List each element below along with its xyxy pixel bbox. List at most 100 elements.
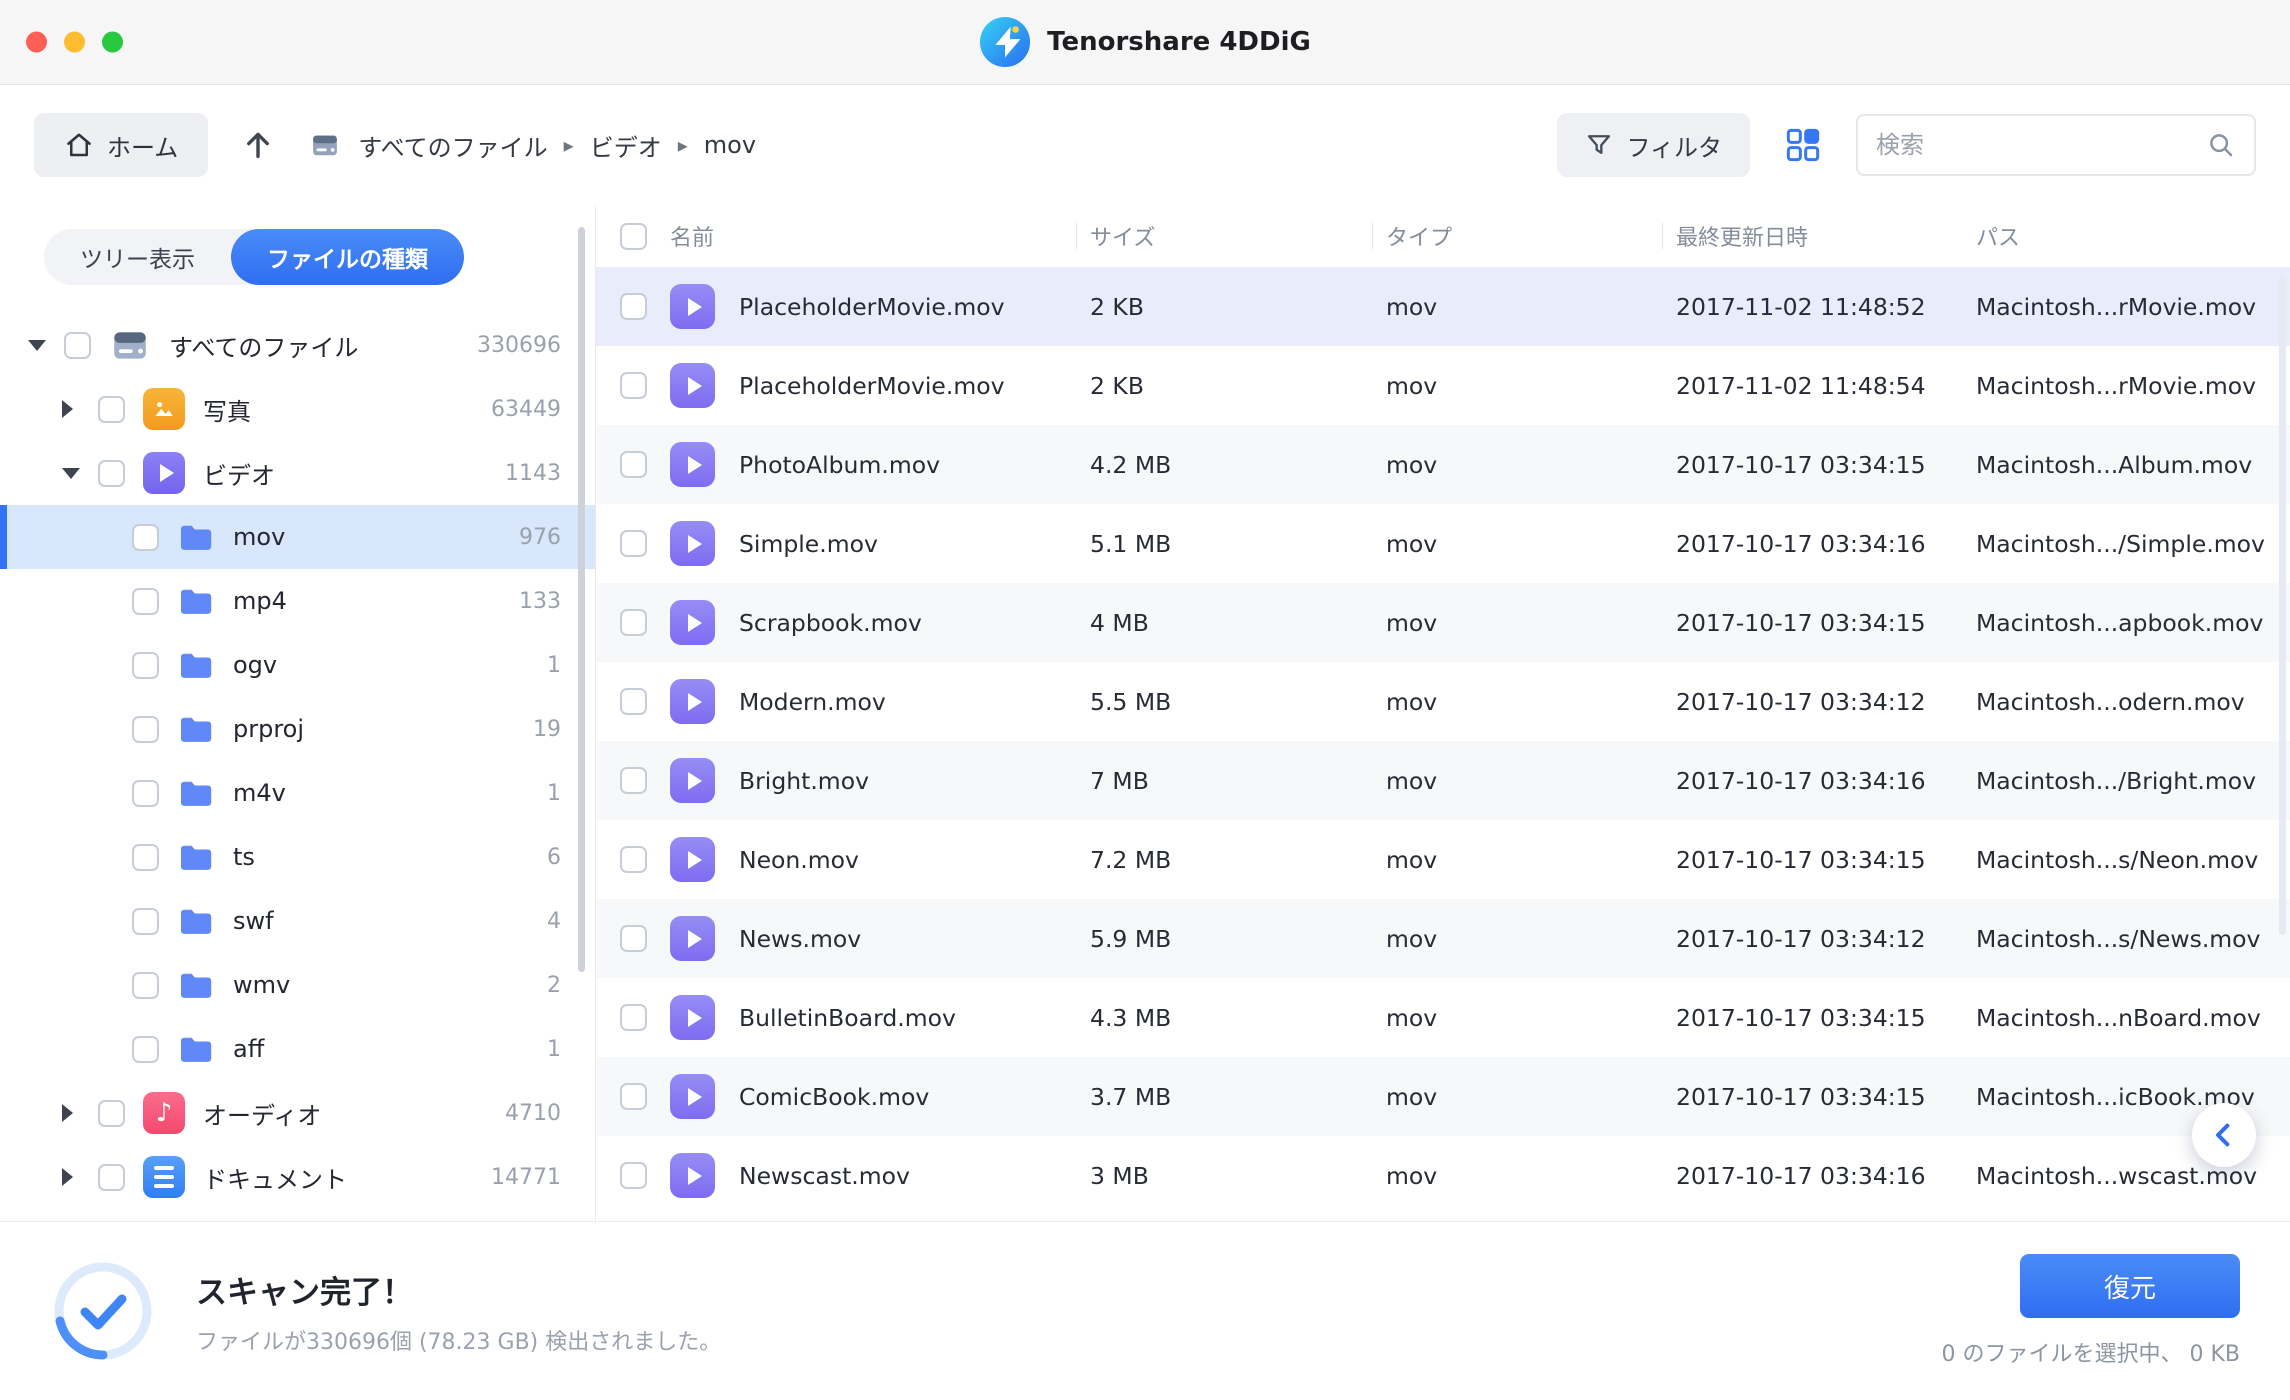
tree-label: mp4 [233,587,287,615]
table-row[interactable]: ComicBook.mov 3.7 MB mov 2017-10-17 03:3… [596,1057,2290,1136]
tree-checkbox[interactable] [132,1035,159,1063]
table-row[interactable]: Modern.mov 5.5 MB mov 2017-10-17 03:34:1… [596,662,2290,741]
table-scrollbar[interactable] [2279,275,2286,935]
file-type: mov [1386,766,1438,795]
recover-button[interactable]: 復元 [2020,1254,2240,1318]
home-button[interactable]: ホーム [34,113,209,177]
row-checkbox[interactable] [619,530,647,557]
file-name: Scrapbook.mov [739,608,922,637]
arrow-up-icon [247,132,270,159]
row-checkbox[interactable] [619,1004,647,1031]
table-row[interactable]: News.mov 5.9 MB mov 2017-10-17 03:34:12 … [596,899,2290,978]
tree-item-all-files[interactable]: すべてのファイル 330696 [0,313,595,377]
tree-item-swf[interactable]: swf 4 [0,889,595,953]
tree-item-photos[interactable]: 写真 63449 [0,377,595,441]
collapse-panel-button[interactable] [2192,1103,2256,1167]
close-window-button[interactable] [26,31,47,53]
tree-label: prproj [233,715,305,743]
table-row[interactable]: Bright.mov 7 MB mov 2017-10-17 03:34:16 … [596,741,2290,820]
breadcrumb-item[interactable]: ビデオ [590,128,662,163]
tree-checkbox[interactable] [132,971,159,999]
tree-checkbox[interactable] [132,907,159,935]
row-checkbox[interactable] [619,688,647,715]
row-checkbox[interactable] [619,451,647,478]
row-checkbox[interactable] [619,609,647,636]
tree-checkbox[interactable] [98,1163,125,1191]
expand-arrow-icon[interactable] [62,1104,98,1122]
row-checkbox[interactable] [619,1162,647,1189]
file-size: 5.5 MB [1090,687,1172,716]
tree-item-aff[interactable]: aff 1 [0,1017,595,1081]
tree-count: 63449 [491,396,561,422]
tree-item-mp4[interactable]: mp4 133 [0,569,595,633]
home-label: ホーム [107,133,179,162]
file-size: 2 KB [1090,292,1144,321]
row-checkbox[interactable] [619,293,647,320]
table-row[interactable]: Simple.mov 5.1 MB mov 2017-10-17 03:34:1… [596,504,2290,583]
row-checkbox[interactable] [619,846,647,873]
column-header-size[interactable]: サイズ [1090,220,1386,252]
select-all-checkbox[interactable] [619,222,647,250]
tree-label: オーディオ [203,1101,322,1130]
tree-item-ts[interactable]: ts 6 [0,825,595,889]
row-checkbox[interactable] [619,372,647,399]
breadcrumb-item[interactable]: すべてのファイル [358,128,547,163]
search-icon[interactable] [2206,130,2236,160]
folder-icon [177,774,215,812]
tree-item-audio[interactable]: ♪ オーディオ 4710 [0,1081,595,1145]
tree-item-wmv[interactable]: wmv 2 [0,953,595,1017]
column-header-path[interactable]: パス [1976,220,2290,252]
search-box [1856,114,2256,176]
zoom-window-button[interactable] [102,31,123,53]
table-row[interactable]: Scrapbook.mov 4 MB mov 2017-10-17 03:34:… [596,583,2290,662]
tab-tree-view[interactable]: ツリー表示 [44,229,231,285]
file-path: Macintosh...icBook.mov [1976,1082,2255,1111]
tree-item-mov[interactable]: mov 976 [0,505,595,569]
tree-label: ogv [233,651,278,679]
row-checkbox[interactable] [619,925,647,952]
table-row[interactable]: PlaceholderMovie.mov 2 KB mov 2017-11-02… [596,346,2290,425]
folder-icon [177,966,215,1004]
row-checkbox[interactable] [619,767,647,794]
table-row[interactable]: Neon.mov 7.2 MB mov 2017-10-17 03:34:15 … [596,820,2290,899]
breadcrumb-item[interactable]: mov [704,131,756,159]
tree-checkbox[interactable] [132,523,159,551]
tree-checkbox[interactable] [98,459,125,487]
column-header-date[interactable]: 最終更新日時 [1676,220,1976,252]
go-up-button[interactable] [234,121,282,169]
table-row[interactable]: Newscast.mov 3 MB mov 2017-10-17 03:34:1… [596,1136,2290,1215]
expand-arrow-icon[interactable] [62,400,98,418]
tree-item-ogv[interactable]: ogv 1 [0,633,595,697]
tree-checkbox[interactable] [132,779,159,807]
tab-file-type[interactable]: ファイルの種類 [231,229,464,285]
tree-item-documents[interactable]: ドキュメント 14771 [0,1145,595,1209]
tree-checkbox[interactable] [132,651,159,679]
column-header-type[interactable]: タイプ [1386,220,1676,252]
tree-checkbox[interactable] [132,843,159,871]
tree-label: 写真 [203,397,251,426]
tree-checkbox[interactable] [98,1099,125,1127]
tree-item-prproj[interactable]: prproj 19 [0,697,595,761]
row-checkbox[interactable] [619,1083,647,1110]
tree-checkbox[interactable] [64,331,91,359]
video-file-icon [670,1153,715,1198]
view-toggle-button[interactable] [1776,118,1830,172]
content: ツリー表示 ファイルの種類 すべてのファイル 330696 写真 63449 ビ… [0,205,2290,1221]
tree-checkbox[interactable] [132,587,159,615]
search-input[interactable] [1876,131,2196,159]
filter-button[interactable]: フィルタ [1557,113,1750,177]
collapse-arrow-icon[interactable] [28,339,64,351]
tree-item-videos[interactable]: ビデオ 1143 [0,441,595,505]
column-header-name[interactable]: 名前 [670,220,1090,252]
table-row[interactable]: PlaceholderMovie.mov 2 KB mov 2017-11-02… [596,267,2290,346]
sidebar-scrollbar[interactable] [578,227,585,972]
table-row[interactable]: BulletinBoard.mov 4.3 MB mov 2017-10-17 … [596,978,2290,1057]
tree-item-m4v[interactable]: m4v 1 [0,761,595,825]
tree-label: wmv [233,971,291,999]
minimize-window-button[interactable] [64,31,85,53]
expand-arrow-icon[interactable] [62,1168,98,1186]
table-row[interactable]: PhotoAlbum.mov 4.2 MB mov 2017-10-17 03:… [596,425,2290,504]
tree-checkbox[interactable] [132,715,159,743]
tree-checkbox[interactable] [98,395,125,423]
collapse-arrow-icon[interactable] [62,467,98,479]
